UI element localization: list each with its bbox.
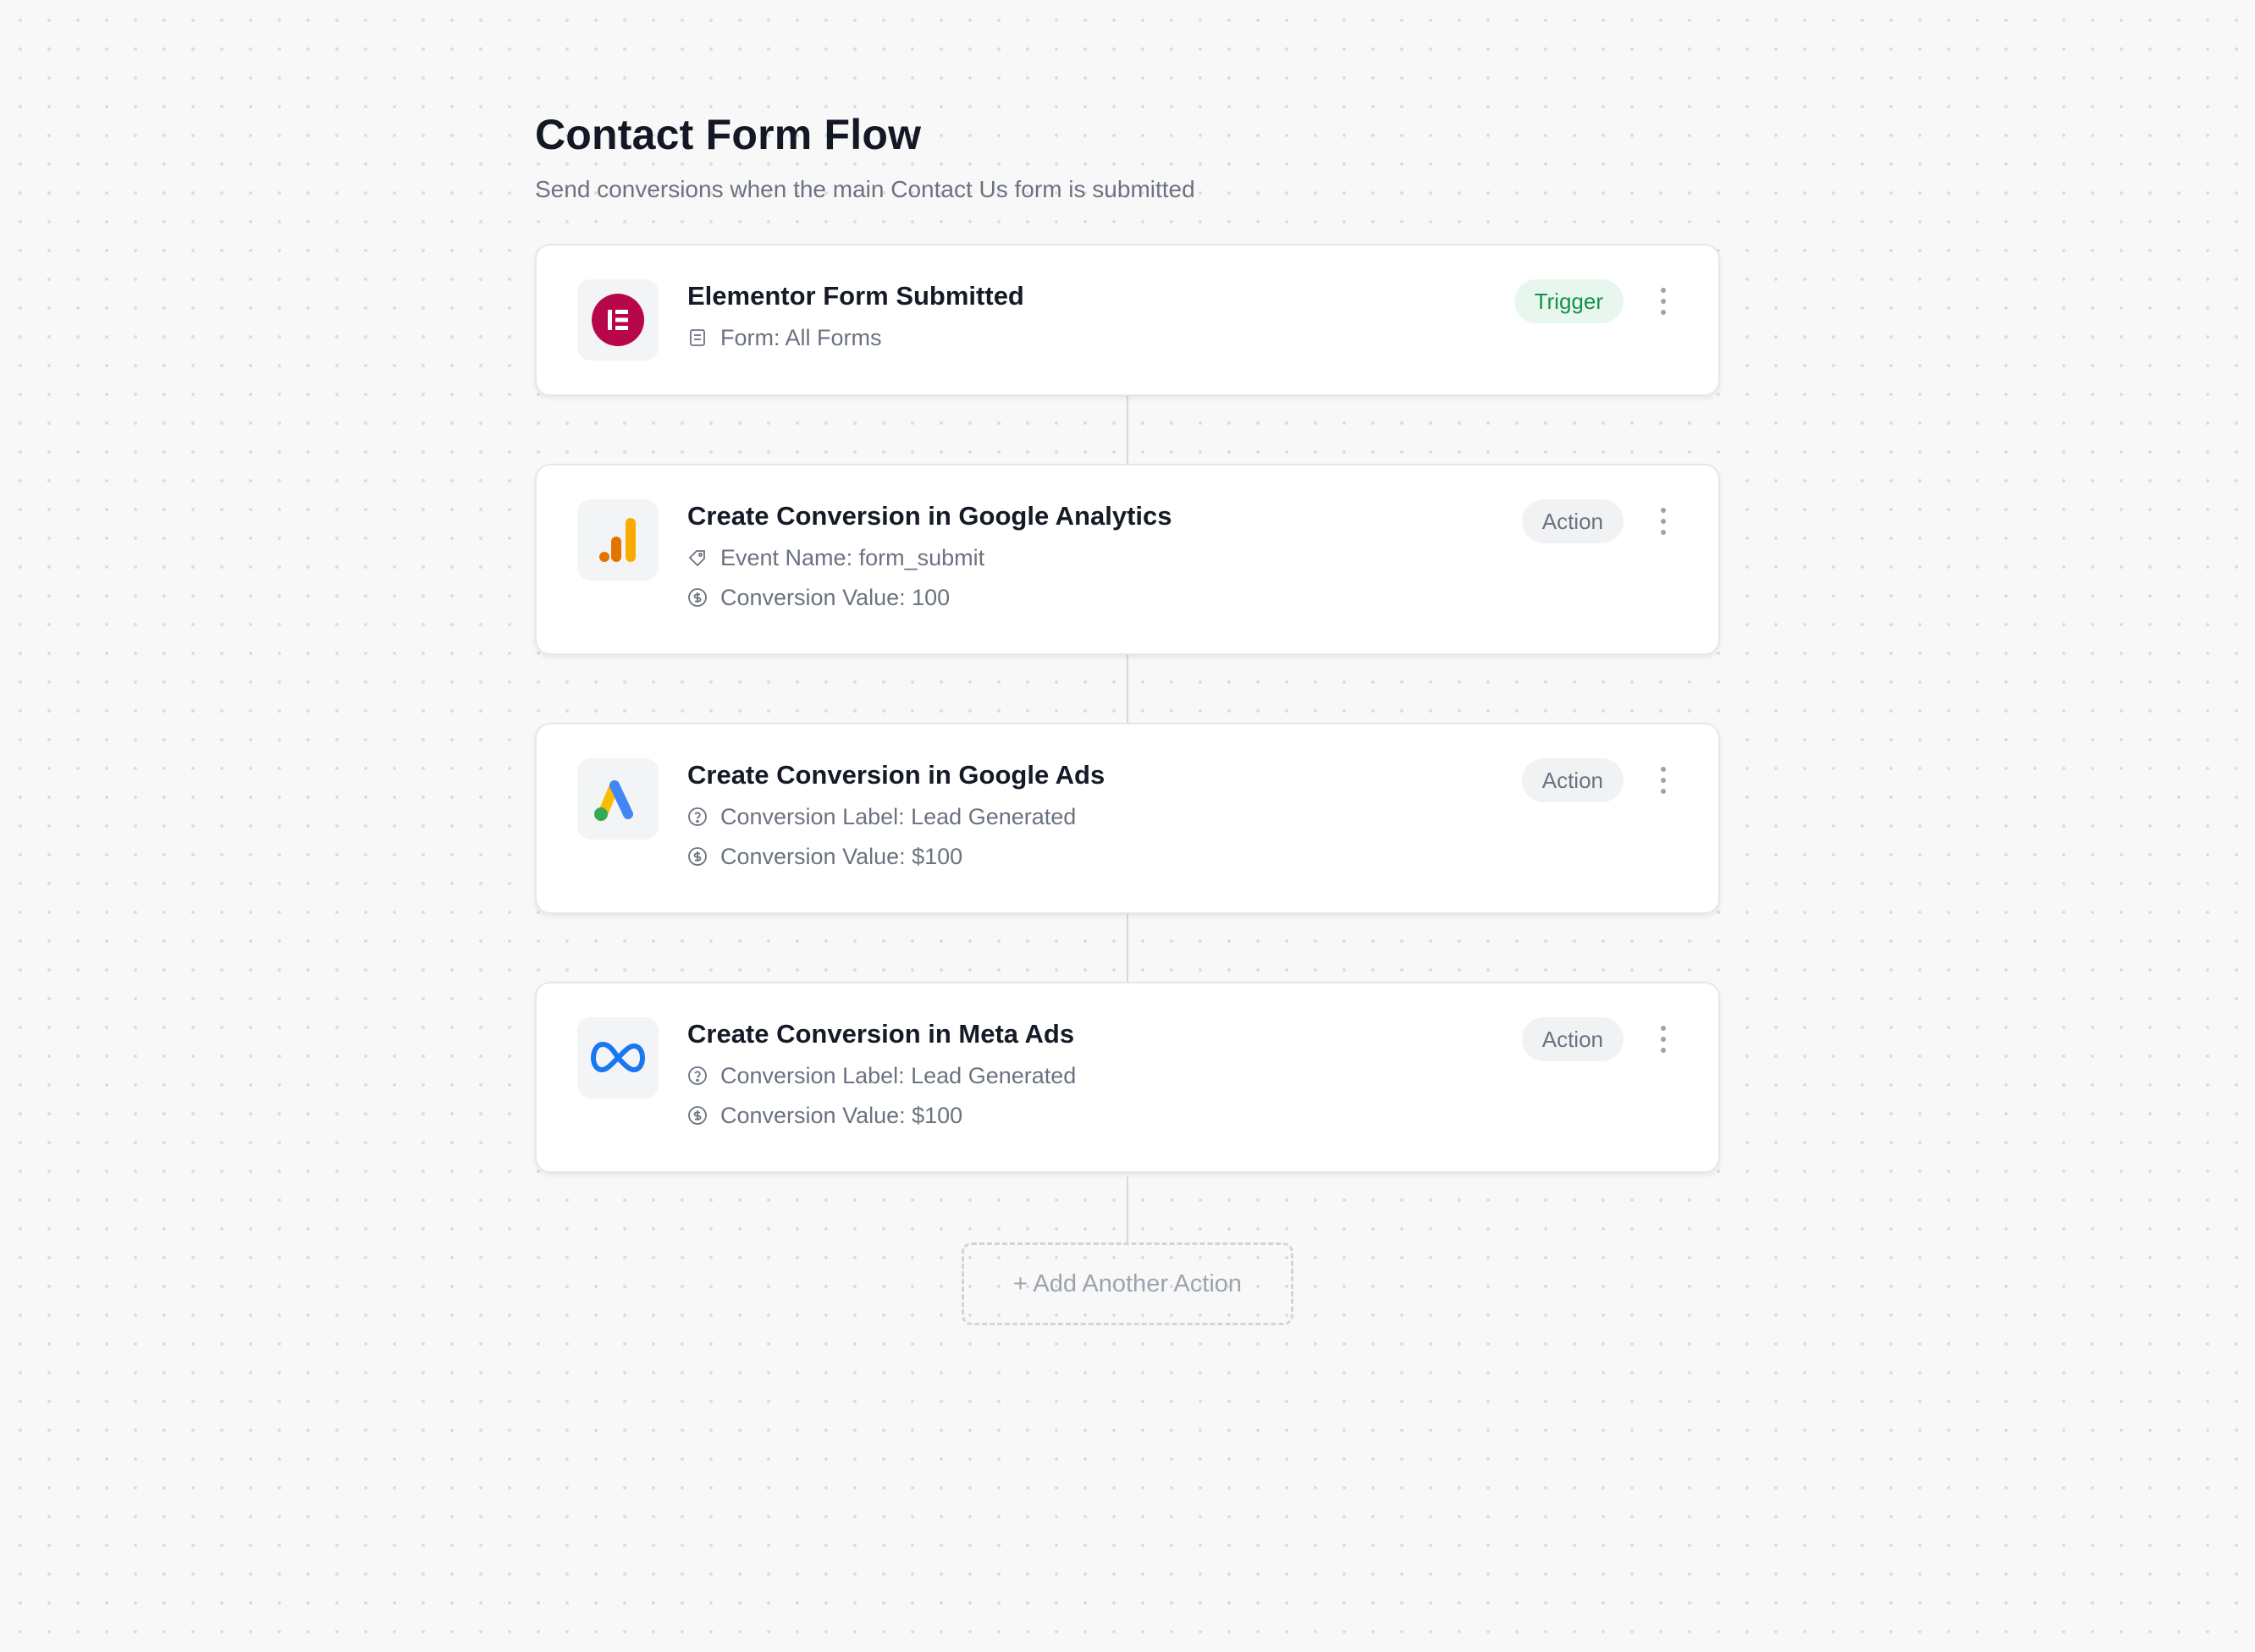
step-title: Create Conversion in Google Ads bbox=[687, 760, 1105, 790]
google-ads-logo-icon bbox=[577, 758, 659, 840]
page-title: Contact Form Flow bbox=[535, 111, 922, 158]
connector-line bbox=[1127, 1176, 1128, 1242]
detail-text: Conversion Value: $100 bbox=[720, 1103, 963, 1128]
more-options-icon[interactable] bbox=[1659, 1026, 1668, 1053]
trigger-card[interactable]: Elementor Form Submitted Form: All Forms… bbox=[535, 244, 1720, 396]
detail-row: Conversion Label: Lead Generated bbox=[687, 1061, 1076, 1090]
detail-text: Conversion Label: Lead Generated bbox=[720, 1063, 1077, 1088]
detail-text: Conversion Label: Lead Generated bbox=[720, 804, 1077, 829]
trigger-badge: Trigger bbox=[1513, 279, 1624, 323]
flow-steps: Elementor Form Submitted Form: All Forms… bbox=[535, 244, 1720, 1173]
connector-line bbox=[1127, 914, 1128, 982]
dollar-circle-icon bbox=[688, 847, 707, 866]
detail-row: Conversion Value: $100 bbox=[687, 842, 1105, 871]
dollar-circle-icon bbox=[688, 588, 707, 607]
elementor-logo-icon bbox=[577, 279, 659, 361]
detail-text: Conversion Value: 100 bbox=[720, 585, 951, 610]
action-card-meta-ads[interactable]: Create Conversion in Meta Ads Conversion… bbox=[535, 982, 1720, 1173]
more-options-icon[interactable] bbox=[1659, 508, 1668, 535]
connector-line bbox=[1127, 396, 1128, 464]
help-circle-icon bbox=[688, 1066, 707, 1085]
step-title: Elementor Form Submitted bbox=[687, 281, 1024, 311]
action-card-google-analytics[interactable]: Create Conversion in Google Analytics Ev… bbox=[535, 464, 1720, 655]
action-badge: Action bbox=[1521, 499, 1624, 543]
detail-row: Event Name: form_submit bbox=[687, 543, 1172, 572]
step-title: Create Conversion in Google Analytics bbox=[687, 501, 1172, 531]
google-analytics-logo-icon bbox=[577, 499, 659, 581]
page-subtitle: Send conversions when the main Contact U… bbox=[535, 176, 1195, 202]
tag-icon bbox=[688, 550, 705, 567]
action-card-google-ads[interactable]: Create Conversion in Google Ads Conversi… bbox=[535, 723, 1720, 914]
step-title: Create Conversion in Meta Ads bbox=[687, 1019, 1075, 1049]
more-options-icon[interactable] bbox=[1659, 767, 1668, 794]
form-icon bbox=[690, 329, 705, 346]
detail-text: Conversion Value: $100 bbox=[720, 844, 963, 869]
detail-row: Conversion Value: 100 bbox=[687, 583, 1172, 612]
meta-logo-icon bbox=[577, 1017, 659, 1099]
action-badge: Action bbox=[1521, 758, 1624, 802]
connector-line bbox=[1127, 655, 1128, 723]
detail-row: Conversion Label: Lead Generated bbox=[687, 802, 1105, 831]
add-another-action-button[interactable]: + Add Another Action bbox=[962, 1242, 1293, 1325]
detail-text: Form: All Forms bbox=[720, 325, 882, 350]
flow-header: Contact Form Flow Send conversions when … bbox=[535, 108, 1195, 205]
detail-text: Event Name: form_submit bbox=[720, 545, 985, 570]
help-circle-icon bbox=[688, 807, 707, 826]
dollar-circle-icon bbox=[688, 1106, 707, 1125]
more-options-icon[interactable] bbox=[1659, 288, 1668, 315]
action-badge: Action bbox=[1521, 1017, 1624, 1061]
detail-row: Conversion Value: $100 bbox=[687, 1101, 1076, 1130]
detail-row: Form: All Forms bbox=[687, 323, 1024, 352]
